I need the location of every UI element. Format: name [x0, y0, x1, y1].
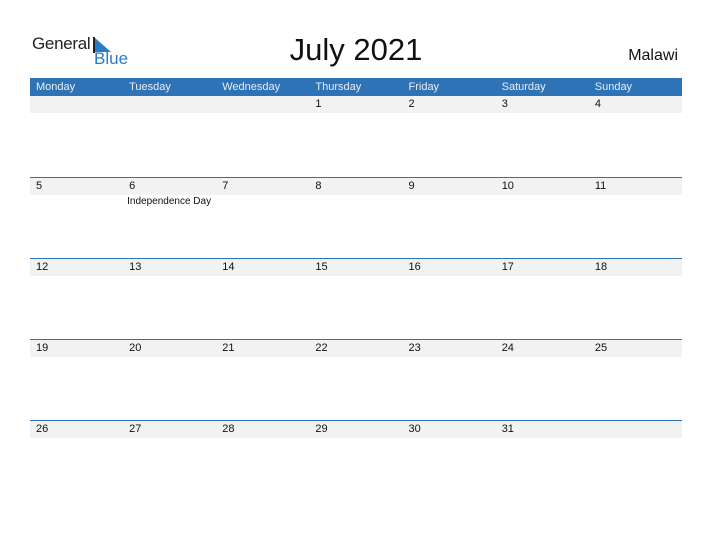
day-number: 7	[222, 180, 229, 192]
day-cell: 19	[30, 340, 123, 421]
weekday-saturday: Saturday	[501, 81, 546, 93]
day-cell: 7	[216, 178, 309, 259]
day-number: 24	[501, 342, 514, 354]
weekday-monday: Monday	[36, 81, 76, 93]
day-cell: 13	[123, 259, 216, 340]
day-cell: 5	[30, 178, 123, 259]
day-number: 14	[222, 261, 235, 273]
week-row: 5 6 Independence Day 7 8 9 10 11	[30, 177, 682, 259]
day-number: 25	[594, 342, 608, 354]
day-cell: 14	[216, 259, 309, 340]
week-row: 19 20 21 22 23 24 25	[30, 339, 682, 421]
holiday-event: Independence Day	[127, 196, 212, 207]
day-cell: 16	[403, 259, 496, 340]
day-cell: 2	[403, 96, 496, 177]
day-number: 6	[129, 180, 136, 192]
weekday-thursday: Thursday	[315, 81, 362, 93]
day-cell: 22	[309, 340, 402, 421]
day-number: 19	[36, 342, 49, 354]
day-cell: 28	[216, 421, 309, 502]
week-row: 26 27 28 29 30 31	[30, 420, 682, 502]
day-cell: 31	[496, 421, 589, 502]
day-number: 3	[501, 98, 508, 110]
day-number: 28	[222, 423, 235, 435]
weekday-friday: Friday	[408, 81, 440, 93]
day-number: 26	[36, 423, 49, 435]
day-number: 16	[408, 261, 421, 273]
day-number: 23	[408, 342, 421, 354]
calendar-title: July 2021	[289, 32, 423, 67]
day-cell: 30	[403, 421, 496, 502]
day-number: 5	[36, 180, 43, 192]
day-number: 2	[408, 98, 415, 110]
day-cell	[30, 96, 123, 177]
day-cell: 27	[123, 421, 216, 502]
day-cell	[123, 96, 216, 177]
day-number: 18	[594, 261, 608, 273]
day-number: 29	[315, 423, 328, 435]
day-number: 11	[594, 180, 607, 192]
day-cell: 8	[309, 178, 402, 259]
day-number: 21	[222, 342, 235, 354]
day-number: 10	[501, 180, 514, 192]
day-cell: 12	[30, 259, 123, 340]
weekday-sunday: Sunday	[594, 81, 633, 93]
day-cell: 29	[309, 421, 402, 502]
day-number: 20	[129, 342, 142, 354]
day-number: 31	[501, 423, 514, 435]
day-cell: 15	[309, 259, 402, 340]
day-cell: 4	[589, 96, 682, 177]
weekday-tuesday: Tuesday	[129, 81, 171, 93]
day-cell: 26	[30, 421, 123, 502]
day-number: 13	[129, 261, 142, 273]
day-number: 9	[408, 180, 415, 192]
day-number: 4	[594, 98, 601, 110]
day-cell: 25	[589, 340, 682, 421]
day-number: 17	[501, 261, 514, 273]
weekday-wednesday: Wednesday	[222, 81, 281, 93]
day-cell: 11	[589, 178, 682, 259]
day-cell: 17	[496, 259, 589, 340]
day-number: 30	[408, 423, 421, 435]
day-cell	[589, 421, 682, 502]
week-row: 12 13 14 15 16 17 18	[30, 258, 682, 340]
day-number: 15	[315, 261, 328, 273]
day-cell	[216, 96, 309, 177]
day-cell: 1	[309, 96, 402, 177]
day-cell: 24	[496, 340, 589, 421]
day-cell: 9	[403, 178, 496, 259]
day-number: 22	[315, 342, 328, 354]
day-number: 12	[36, 261, 49, 273]
day-cell: 3	[496, 96, 589, 177]
day-cell: 21	[216, 340, 309, 421]
day-cell: 23	[403, 340, 496, 421]
day-cell: 10	[496, 178, 589, 259]
day-cell: 18	[589, 259, 682, 340]
weekday-header: Monday Tuesday Wednesday Thursday Friday…	[30, 78, 682, 96]
day-number: 27	[129, 423, 142, 435]
day-cell: 20	[123, 340, 216, 421]
day-number: 1	[315, 98, 322, 110]
day-number: 8	[315, 180, 322, 192]
day-cell: 6 Independence Day	[123, 178, 216, 259]
week-row: 1 2 3 4	[30, 96, 682, 177]
country-label: Malawi	[628, 47, 678, 64]
